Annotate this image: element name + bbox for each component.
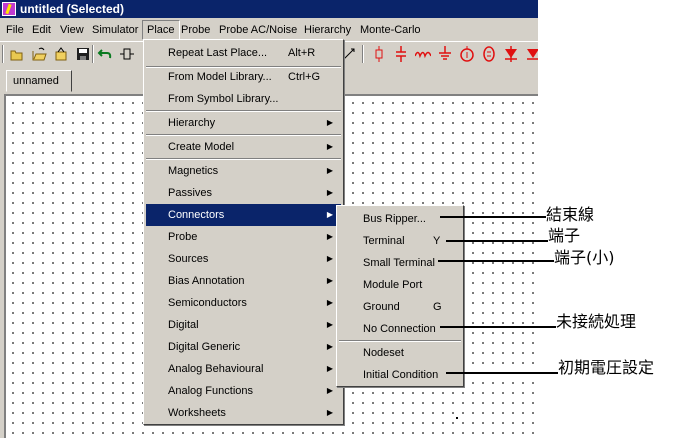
menu-item-passives[interactable]: Passives ▶: [146, 182, 341, 204]
save-icon[interactable]: [74, 45, 92, 63]
submenu-arrow-icon: ▶: [326, 166, 333, 175]
submenu-arrow-icon: ▶: [326, 298, 333, 307]
ground-symbol-icon[interactable]: [436, 45, 454, 63]
annotation-leader-line: [446, 240, 548, 242]
annotation-no-connection: 未接続処理: [556, 312, 637, 331]
title-bar: untitled (Selected): [0, 0, 538, 18]
canvas-marker: [456, 417, 458, 419]
menu-monte-carlo[interactable]: Monte-Carlo: [356, 20, 425, 40]
menu-bar: File Edit View Simulator Place Probe Pro…: [0, 20, 538, 40]
undo-icon[interactable]: [96, 45, 114, 63]
menu-item-from-model-library[interactable]: From Model Library... Ctrl+G: [146, 66, 341, 88]
diode-icon[interactable]: [502, 45, 520, 63]
menu-item-hierarchy[interactable]: Hierarchy ▶: [146, 112, 341, 134]
toolbar-separator: [92, 45, 94, 63]
menu-item-sources[interactable]: Sources ▶: [146, 248, 341, 270]
diode-icon-2[interactable]: [524, 45, 538, 63]
window-title: untitled (Selected): [20, 2, 125, 16]
component-icon[interactable]: [118, 45, 136, 63]
menu-item-semiconductors[interactable]: Semiconductors ▶: [146, 292, 341, 314]
menu-item-initial-condition[interactable]: Initial Condition: [339, 364, 461, 386]
submenu-arrow-icon: ▶: [326, 276, 333, 285]
menu-item-magnetics[interactable]: Magnetics ▶: [146, 160, 341, 182]
resistor-icon[interactable]: [370, 45, 388, 63]
menu-item-from-symbol-library[interactable]: From Symbol Library...: [146, 88, 341, 110]
toolbar-separator: [2, 45, 4, 63]
menu-probe[interactable]: Probe: [177, 20, 214, 40]
toolbar-separator: [362, 45, 364, 63]
menu-item-worksheets[interactable]: Worksheets ▶: [146, 402, 341, 424]
menu-view[interactable]: View: [56, 20, 88, 40]
place-menu: Repeat Last Place... Alt+R From Model Li…: [143, 39, 344, 425]
connectors-submenu: Bus Ripper... Terminal Y Small Terminal …: [336, 205, 464, 387]
menu-item-no-connection[interactable]: No Connection: [339, 318, 461, 340]
menu-item-bias-annotation[interactable]: Bias Annotation ▶: [146, 270, 341, 292]
menu-hierarchy[interactable]: Hierarchy: [300, 20, 355, 40]
menu-file[interactable]: File: [2, 20, 28, 40]
menu-probe-ac-noise[interactable]: Probe AC/Noise: [215, 20, 301, 40]
submenu-arrow-icon: ▶: [326, 408, 333, 417]
submenu-arrow-icon: ▶: [326, 210, 333, 219]
tab-unnamed[interactable]: unnamed: [6, 70, 72, 92]
menu-item-connectors[interactable]: Connectors ▶: [146, 204, 341, 226]
menu-item-analog-functions[interactable]: Analog Functions ▶: [146, 380, 341, 402]
submenu-arrow-icon: ▶: [326, 188, 333, 197]
submenu-arrow-icon: ▶: [326, 386, 333, 395]
menu-place[interactable]: Place: [142, 20, 180, 40]
annotation-leader-line: [440, 326, 556, 328]
menu-item-bus-ripper[interactable]: Bus Ripper...: [339, 208, 461, 230]
menu-item-probe[interactable]: Probe ▶: [146, 226, 341, 248]
submenu-arrow-icon: ▶: [326, 118, 333, 127]
submenu-arrow-icon: ▶: [326, 254, 333, 263]
annotation-leader-line: [446, 372, 558, 374]
menu-item-terminal[interactable]: Terminal Y: [339, 230, 461, 252]
open-folder-icon[interactable]: [30, 45, 48, 63]
app-logo-icon: [2, 2, 16, 16]
new-file-icon[interactable]: [8, 45, 26, 63]
menu-item-module-port[interactable]: Module Port: [339, 274, 461, 296]
menu-item-small-terminal[interactable]: Small Terminal: [339, 252, 461, 274]
menu-item-nodeset[interactable]: Nodeset: [339, 342, 461, 364]
menu-item-digital-generic[interactable]: Digital Generic ▶: [146, 336, 341, 358]
annotation-terminal: 端子: [548, 226, 581, 245]
current-source-icon[interactable]: [458, 45, 476, 63]
annotation-initial-condition: 初期電圧設定: [558, 358, 655, 377]
voltage-source-icon[interactable]: [480, 45, 498, 63]
menu-simulator[interactable]: Simulator: [88, 20, 142, 40]
menu-item-digital[interactable]: Digital ▶: [146, 314, 341, 336]
annotation-bus-ripper: 結束線: [546, 205, 595, 224]
open-file-icon[interactable]: [52, 45, 70, 63]
submenu-arrow-icon: ▶: [326, 320, 333, 329]
submenu-arrow-icon: ▶: [326, 232, 333, 241]
menu-item-ground[interactable]: Ground G: [339, 296, 461, 318]
capacitor-icon[interactable]: [392, 45, 410, 63]
submenu-arrow-icon: ▶: [326, 364, 333, 373]
annotation-small-terminal: 端子(小): [554, 248, 615, 267]
menu-item-repeat-last-place[interactable]: Repeat Last Place... Alt+R: [146, 42, 341, 64]
inductor-icon[interactable]: [414, 45, 432, 63]
annotation-leader-line: [440, 216, 546, 218]
submenu-arrow-icon: ▶: [326, 342, 333, 351]
submenu-arrow-icon: ▶: [326, 142, 333, 151]
menu-edit[interactable]: Edit: [28, 20, 55, 40]
annotation-leader-line: [438, 260, 554, 262]
menu-item-analog-behavioural[interactable]: Analog Behavioural ▶: [146, 358, 341, 380]
menu-item-create-model[interactable]: Create Model ▶: [146, 136, 341, 158]
